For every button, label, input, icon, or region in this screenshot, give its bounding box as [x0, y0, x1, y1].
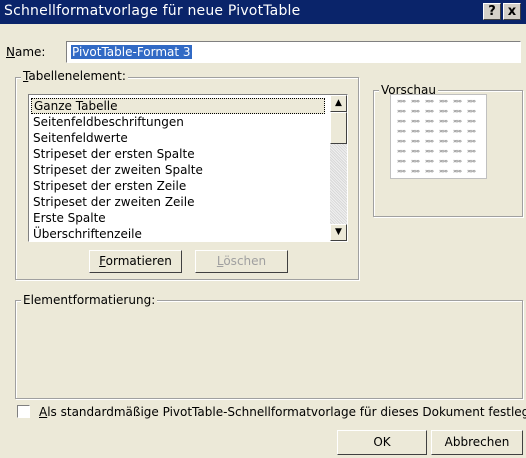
preview-cell: »»»	[425, 168, 434, 175]
cancel-button[interactable]: Abbrechen	[431, 430, 523, 455]
preview-cell: »»»	[397, 128, 406, 135]
preview-cell: »»»	[397, 108, 406, 115]
preview-cell: »»»	[453, 98, 462, 105]
preview-cell: »»»	[439, 138, 448, 145]
preview-cell: »»»	[397, 98, 406, 105]
preview-cell: »»»	[439, 168, 448, 175]
preview-cell: »»»	[397, 158, 406, 165]
preview-cell: »»»	[397, 148, 406, 155]
close-icon: x	[507, 4, 517, 19]
up-arrow-icon: ▲	[335, 98, 342, 108]
preview-cell: »»»	[411, 98, 420, 105]
preview-cell: »»»	[425, 118, 434, 125]
preview-cell: »»»	[425, 148, 434, 155]
preview-cell: »»»	[453, 108, 462, 115]
preview-cell: »»»	[439, 108, 448, 115]
preview-cell: »»»	[439, 148, 448, 155]
preview-cell: »»»	[411, 148, 420, 155]
list-item[interactable]: Stripeset der ersten Zeile	[31, 178, 325, 194]
preview-cell: »»»	[467, 148, 476, 155]
default-checkbox[interactable]	[17, 405, 30, 418]
scroll-up-button[interactable]: ▲	[330, 95, 347, 112]
window-title: Schnellformatvorlage für neue PivotTable	[4, 3, 301, 19]
preview-cell: »»»	[453, 118, 462, 125]
scroll-down-button[interactable]: ▼	[330, 224, 347, 241]
list-item[interactable]: Seitenfeldwerte	[31, 130, 325, 146]
preview-cell: »»»	[397, 138, 406, 145]
preview-cell: »»»	[425, 138, 434, 145]
format-button[interactable]: Formatieren	[89, 250, 182, 273]
list-item[interactable]: Überschriftenzeile	[31, 226, 325, 241]
preview-cell: »»»	[439, 158, 448, 165]
preview-cell: »»»	[425, 158, 434, 165]
preview-cell: »»»	[467, 118, 476, 125]
preview-cell: »»»	[397, 168, 406, 175]
preview-cell: »»»	[467, 98, 476, 105]
list-item[interactable]: Ganze Tabelle	[31, 98, 325, 114]
help-icon: ?	[488, 4, 496, 19]
element-formatting-group	[15, 300, 523, 399]
preview-cell: »»»	[453, 138, 462, 145]
ok-button[interactable]: OK	[337, 430, 427, 455]
preview-cell: »»»	[453, 128, 462, 135]
list-item[interactable]: Stripeset der zweiten Zeile	[31, 194, 325, 210]
preview-cell: »»»	[411, 138, 420, 145]
scroll-thumb[interactable]	[330, 112, 347, 144]
list-item[interactable]: Erste Spalte	[31, 210, 325, 226]
preview-cell: »»»	[411, 158, 420, 165]
default-checkbox-label[interactable]: Als standardmäßige PivotTable-Schnellfor…	[39, 405, 526, 419]
down-arrow-icon: ▼	[335, 227, 342, 237]
preview-cell: »»»	[397, 118, 406, 125]
list-scrollbar[interactable]: ▲ ▼	[330, 95, 347, 241]
preview-cell: »»»	[453, 148, 462, 155]
preview-cell: »»»	[425, 98, 434, 105]
preview-cell: »»»	[439, 118, 448, 125]
preview-cell: »»»	[453, 168, 462, 175]
preview-cell: »»»	[453, 158, 462, 165]
name-label: Name:	[6, 45, 46, 59]
list-item[interactable]: Stripeset der ersten Spalte	[31, 146, 325, 162]
list-item[interactable]: Seitenfeldbeschriftungen	[31, 114, 325, 130]
preview-cell: »»»	[425, 128, 434, 135]
help-button[interactable]: ?	[483, 3, 501, 20]
title-bar[interactable]: Schnellformatvorlage für neue PivotTable…	[0, 0, 526, 24]
preview-cell: »»»	[467, 168, 476, 175]
name-field[interactable]: PivotTable-Format 3	[66, 41, 521, 63]
name-field-value: PivotTable-Format 3	[71, 45, 192, 59]
preview-cell: »»»	[425, 108, 434, 115]
table-element-list[interactable]: Ganze Tabelle Seitenfeldbeschriftungen Sei…	[28, 94, 348, 242]
preview-cell: »»»	[411, 118, 420, 125]
preview-cell: »»»	[411, 108, 420, 115]
preview-cell: »»»	[467, 128, 476, 135]
element-formatting-legend: Elementformatierung:	[21, 293, 158, 307]
list-item[interactable]: Stripeset der zweiten Spalte	[31, 162, 325, 178]
preview-pane: »»» »»» »»» »»» »»» »»» »»» »»» »»» »»» »»» »»» »»» »…	[390, 94, 487, 179]
preview-cell: »»»	[439, 128, 448, 135]
delete-button[interactable]: Löschen	[195, 250, 288, 273]
preview-cell: »»»	[467, 108, 476, 115]
preview-cell: »»»	[439, 98, 448, 105]
preview-cell: »»»	[411, 168, 420, 175]
close-button[interactable]: x	[503, 3, 521, 20]
preview-cell: »»»	[467, 158, 476, 165]
preview-cell: »»»	[467, 138, 476, 145]
preview-cell: »»»	[411, 128, 420, 135]
table-element-legend: Tabellenelement:	[21, 69, 128, 83]
